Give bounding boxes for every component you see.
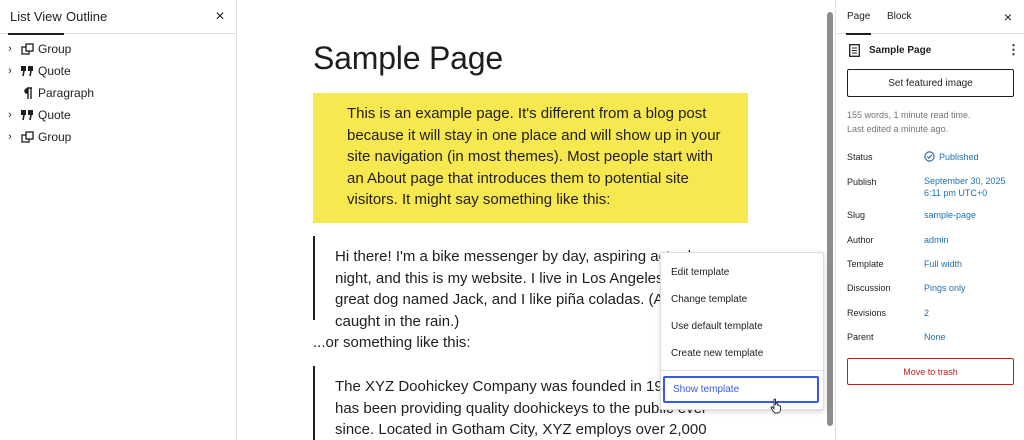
move-to-trash-button[interactable]: Move to trash xyxy=(847,358,1014,385)
more-options-icon[interactable]: ⋮ xyxy=(1007,42,1020,58)
list-view-panel: List View Outline × › Group › Quote Para… xyxy=(0,0,237,440)
list-item-group-1[interactable]: › Group xyxy=(0,38,236,60)
group-icon xyxy=(19,129,35,145)
parent-label: Parent xyxy=(847,332,874,342)
block-label: Quote xyxy=(38,108,71,122)
block-label: Paragraph xyxy=(38,86,95,100)
quote-icon xyxy=(19,63,35,79)
page-icon xyxy=(849,44,860,57)
list-item-paragraph[interactable]: Paragraph xyxy=(0,82,236,104)
revisions-value[interactable]: 2 xyxy=(924,307,929,319)
block-label: Group xyxy=(38,130,72,144)
publish-label: Publish xyxy=(847,177,877,187)
tab-page[interactable]: Page xyxy=(845,0,872,35)
close-settings-button[interactable]: × xyxy=(998,7,1018,27)
status-text: Published xyxy=(939,152,979,162)
menu-item-create-new-template[interactable]: Create new template xyxy=(661,340,823,367)
slug-value[interactable]: sample-page xyxy=(924,209,976,221)
tab-outline[interactable]: Outline xyxy=(66,0,107,34)
document-header: Sample Page ⋮ xyxy=(847,42,1020,60)
published-check-icon xyxy=(924,151,935,162)
discussion-label: Discussion xyxy=(847,283,891,293)
tab-list-view[interactable]: List View xyxy=(8,0,64,35)
chevron-right-icon[interactable]: › xyxy=(4,131,16,143)
menu-divider xyxy=(661,370,823,371)
document-title: Sample Page xyxy=(869,45,932,56)
block-tree: › Group › Quote Paragraph › Quote › Grou… xyxy=(0,34,236,148)
author-value[interactable]: admin xyxy=(924,234,949,246)
publish-time: 6:11 pm UTC+0 xyxy=(924,188,988,198)
list-item-quote-2[interactable]: › Quote xyxy=(0,104,236,126)
scrollbar-thumb[interactable] xyxy=(827,12,833,426)
list-item-group-2[interactable]: › Group xyxy=(0,126,236,148)
parent-value[interactable]: None xyxy=(924,331,946,343)
menu-item-edit-template[interactable]: Edit template xyxy=(661,259,823,286)
settings-tabs: Page Block × xyxy=(836,0,1024,35)
set-featured-image-button[interactable]: Set featured image xyxy=(847,69,1014,97)
status-value[interactable]: Published xyxy=(924,151,979,163)
paragraph-icon xyxy=(19,85,35,101)
menu-item-show-template[interactable]: Show template xyxy=(663,376,819,403)
template-dropdown-menu: Edit template Change template Use defaul… xyxy=(660,252,824,410)
author-label: Author xyxy=(847,235,874,245)
status-label: Status xyxy=(847,152,873,162)
slug-label: Slug xyxy=(847,210,866,220)
last-edited: Last edited a minute ago. xyxy=(847,124,949,134)
revisions-label: Revisions xyxy=(847,308,887,318)
chevron-right-icon[interactable]: › xyxy=(4,43,16,55)
list-view-tabs: List View Outline × xyxy=(0,0,236,35)
paragraph-block[interactable]: ...or something like this: xyxy=(313,334,471,351)
template-value[interactable]: Full width xyxy=(924,258,962,270)
tab-block[interactable]: Block xyxy=(887,0,911,34)
settings-sidebar: Page Block × Sample Page ⋮ Set featured … xyxy=(835,0,1024,440)
menu-item-use-default-template[interactable]: Use default template xyxy=(661,313,823,340)
block-label: Quote xyxy=(38,64,71,78)
quote-icon xyxy=(19,107,35,123)
menu-item-change-template[interactable]: Change template xyxy=(661,286,823,313)
hand-pointer-icon xyxy=(770,398,781,414)
list-item-quote-1[interactable]: › Quote xyxy=(0,60,236,82)
template-label: Template xyxy=(847,259,884,269)
block-label: Group xyxy=(38,42,72,56)
chevron-right-icon[interactable]: › xyxy=(4,109,16,121)
publish-date: September 30, 2025 xyxy=(924,176,1006,186)
publish-date-value[interactable]: September 30, 2025 6:11 pm UTC+0 xyxy=(924,175,1006,199)
discussion-value[interactable]: Pings only xyxy=(924,282,966,294)
group-icon xyxy=(19,41,35,57)
close-list-view-button[interactable]: × xyxy=(210,7,230,27)
highlighted-paragraph-block[interactable]: This is an example page. It's different … xyxy=(313,93,748,223)
page-title[interactable]: Sample Page xyxy=(313,40,503,77)
word-count: 155 words, 1 minute read time. xyxy=(847,110,971,120)
chevron-right-icon[interactable]: › xyxy=(4,65,16,77)
